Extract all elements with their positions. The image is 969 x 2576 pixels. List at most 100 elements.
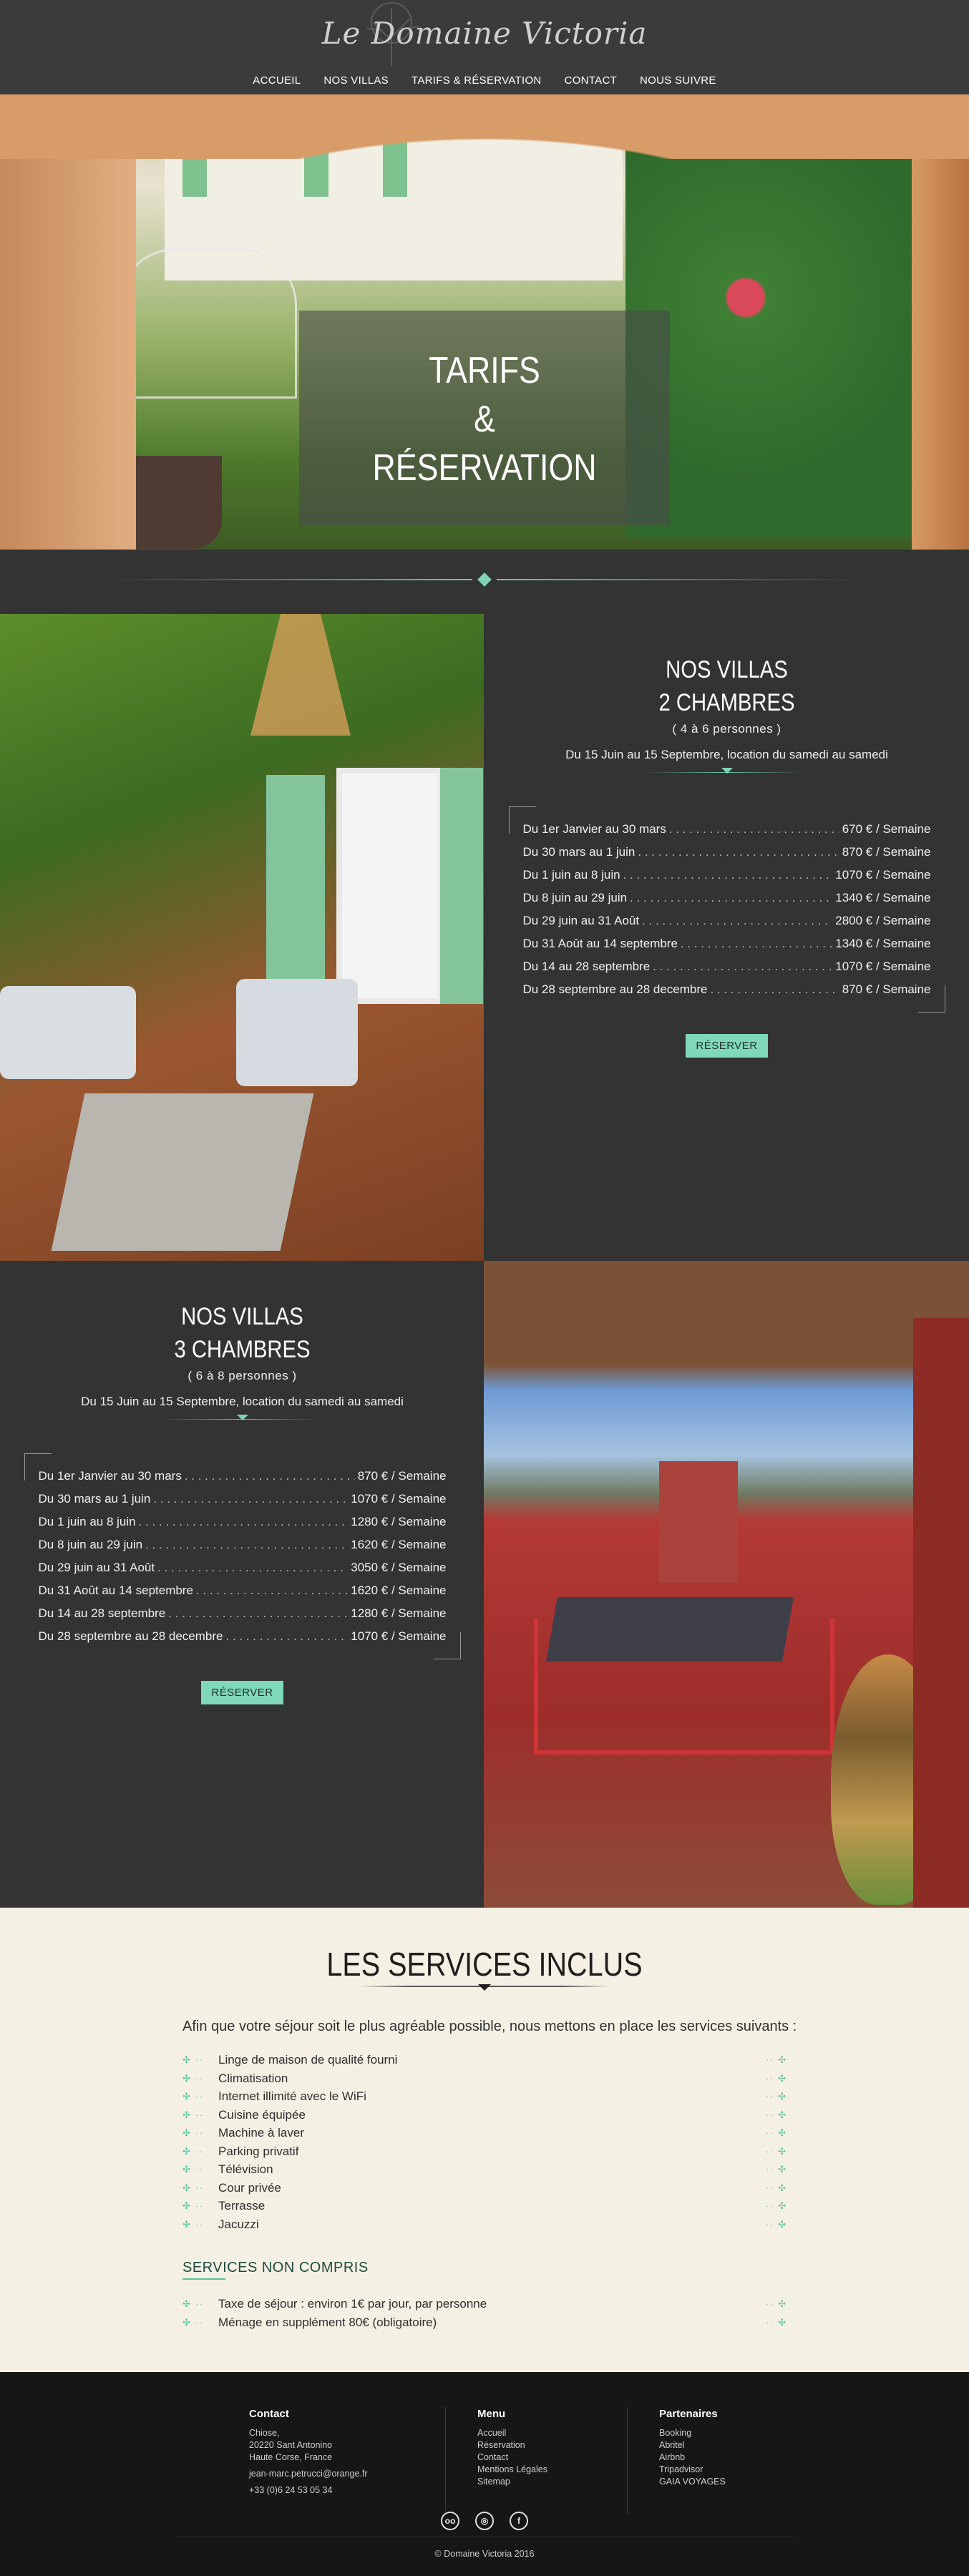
rate-period: Du 29 juin au 31 Août [522, 914, 640, 927]
rate-row: Du 8 juin au 29 juin 1340 € / Semaine [523, 887, 931, 909]
facebook-icon[interactable]: f [510, 2512, 528, 2530]
services-list: ✣ ∙∙ Linge de maison de qualité fourni ∙∙ … [182, 2051, 787, 2233]
rate-period: Du 8 juin au 29 juin [522, 891, 628, 904]
nav-accueil[interactable]: ACCUEIL [253, 74, 301, 87]
ornament-icon: ∙∙ ✣ [766, 2218, 787, 2230]
rate-period: Du 28 septembre au 28 decembre [522, 982, 708, 996]
rate-row: Du 30 mars au 1 juin 1070 € / Semaine [39, 1488, 447, 1511]
dining-table [546, 1597, 794, 1662]
hero-title-line1: TARIFS [429, 350, 540, 391]
section-divider [0, 572, 969, 587]
divider-line-left [107, 579, 472, 580]
main-nav: ACCUEIL NOS VILLAS TARIFS & RÉSERVATION … [0, 74, 969, 87]
partner-link-booking[interactable]: Booking [659, 2427, 802, 2439]
outdoor-grill [659, 1461, 738, 1583]
service-label: Cour privée [218, 2180, 281, 2195]
rate-row: Du 1er Janvier au 30 mars 870 € / Semaine [39, 1465, 447, 1488]
service-label: Télévision [218, 2162, 273, 2176]
rate-row: Du 28 septembre au 28 decembre 1070 € / S… [39, 1625, 447, 1648]
rate-period: Du 1er Janvier au 30 mars [38, 1469, 182, 1483]
service-item: ✣ ∙∙ Ménage en supplément 80€ (obligatoir… [182, 2313, 787, 2332]
rate-price: 1280 € / Semaine [351, 1606, 447, 1620]
tripadvisor-icon[interactable]: oo [441, 2512, 459, 2530]
rate-period: Du 29 juin au 31 Août [38, 1561, 155, 1574]
triangle-down-icon [237, 1415, 248, 1420]
title-underline [182, 2278, 225, 2280]
contact-phone[interactable]: +33 (0)6 24 53 05 34 [249, 2484, 435, 2497]
wicker-lamp [250, 614, 351, 736]
footer-link-reservation[interactable]: Réservation [477, 2439, 642, 2451]
ornament-icon: ∙∙ ✣ [766, 2091, 787, 2102]
rate-price: 670 € / Semaine [842, 822, 931, 836]
rate-price: 1070 € / Semaine [351, 1492, 447, 1506]
garden-gazebo [118, 248, 297, 399]
villa-2-subtitle: 2 CHAMBRES [658, 689, 795, 716]
partner-link-airbnb[interactable]: Airbnb [659, 2451, 802, 2464]
service-item: ✣ ∙∙ Jacuzzi ∙∙ ✣ [182, 2215, 787, 2234]
service-item: ✣ ∙∙ Télévision ∙∙ ✣ [182, 2160, 787, 2179]
service-item: ✣ ∙∙ Cour privée ∙∙ ✣ [182, 2179, 787, 2197]
rate-period: Du 14 au 28 septembre [522, 960, 651, 973]
partner-link-abritel[interactable]: Abritel [659, 2439, 802, 2451]
footer-separator [445, 2406, 446, 2514]
ornament-icon: ✣ ∙∙ [182, 2054, 204, 2065]
rate-period: Du 1er Janvier au 30 mars [522, 822, 666, 836]
service-item: ✣ ∙∙ Terrasse ∙∙ ✣ [182, 2197, 787, 2215]
corner-bracket [917, 985, 945, 1013]
rate-price: 1340 € / Semaine [835, 937, 931, 950]
villa-2-terrace-photo [0, 614, 484, 1261]
villa-2-rate-list: Du 1er Janvier au 30 mars 670 € / Semaine… [508, 806, 945, 1013]
services-not-included-list: ✣ ∙∙ Taxe de séjour : environ 1€ par jour… [182, 2295, 787, 2331]
rate-row: Du 29 juin au 31 Août 3050 € / Semaine [39, 1556, 447, 1579]
footer-link-accueil[interactable]: Accueil [477, 2427, 642, 2439]
nav-tarifs-reservation[interactable]: TARIFS & RÉSERVATION [412, 74, 542, 87]
site-logo[interactable]: Le Domaine Victoria [0, 16, 969, 51]
social-links: oo ◎ f [0, 2512, 969, 2530]
contact-address-line2: Haute Corse, France [249, 2452, 333, 2462]
villa-3-reserve-button[interactable]: RÉSERVER [201, 1681, 283, 1704]
service-label: Climatisation [218, 2071, 288, 2085]
partner-link-gaia[interactable]: GAIA VOYAGES [659, 2476, 802, 2488]
nav-nous-suivre[interactable]: NOUS SUIVRE [640, 74, 716, 87]
contact-address-line1: 20220 Sant Antonino [249, 2440, 333, 2450]
service-item: ✣ ∙∙ Climatisation ∙∙ ✣ [182, 2069, 787, 2088]
ornament-icon: ∙∙ ✣ [766, 2298, 787, 2309]
rate-price: 870 € / Semaine [357, 1469, 447, 1483]
hero-title-line3: RÉSERVATION [372, 447, 597, 489]
rate-period: Du 28 septembre au 28 decembre [38, 1629, 223, 1643]
nav-nos-villas[interactable]: NOS VILLAS [323, 74, 389, 87]
ornament-icon: ✣ ∙∙ [182, 2182, 204, 2193]
arch-right [912, 94, 969, 550]
services-intro: Afin que votre séjour soit le plus agréa… [182, 2019, 797, 2034]
triangle-down-icon [478, 1984, 491, 1991]
footer-link-contact[interactable]: Contact [477, 2451, 642, 2464]
rate-price: 1070 € / Semaine [351, 1629, 447, 1643]
footer-link-mentions[interactable]: Mentions Légales [477, 2464, 642, 2476]
villa-2-reserve-button[interactable]: RÉSERVER [686, 1034, 768, 1058]
footer-link-sitemap[interactable]: Sitemap [477, 2476, 642, 2488]
rate-row: Du 28 septembre au 28 decembre870 € / Se… [523, 978, 931, 1001]
ornament-icon: ∙∙ ✣ [766, 2164, 787, 2175]
rate-price: 870 € / Semaine [842, 845, 931, 859]
mini-divider [484, 768, 969, 782]
ornament-icon: ∙∙ ✣ [766, 2109, 787, 2120]
service-label: Terrasse [218, 2199, 266, 2212]
villa-2-persons: ( 4 à 6 personnes ) [672, 722, 781, 736]
ornament-icon: ✣ ∙∙ [182, 2316, 204, 2328]
rate-period: Du 8 juin au 29 juin [38, 1538, 143, 1551]
service-item: ✣ ∙∙ Internet illimité avec le WiFi ∙∙ ✣ [182, 2087, 787, 2106]
ornament-icon: ✣ ∙∙ [182, 2072, 204, 2084]
contact-email[interactable]: jean-marc.petrucci@orange.fr [249, 2468, 435, 2480]
rate-price: 3050 € / Semaine [351, 1561, 447, 1574]
service-item: ✣ ∙∙ Cuisine équipée ∙∙ ✣ [182, 2106, 787, 2124]
partner-link-tripadvisor[interactable]: Tripadvisor [659, 2464, 802, 2476]
ornament-icon: ∙∙ ✣ [766, 2054, 787, 2065]
instagram-icon[interactable]: ◎ [475, 2512, 494, 2530]
ornament-icon: ✣ ∙∙ [182, 2091, 204, 2102]
service-label: Linge de maison de qualité fourni [218, 2053, 398, 2067]
rate-row: Du 14 au 28 septembre 1070 € / Semaine [523, 955, 931, 978]
nav-contact[interactable]: CONTACT [565, 74, 617, 87]
rate-row: Du 30 mars au 1 juin 870 € / Semaine [523, 841, 931, 864]
ornament-icon: ∙∙ ✣ [766, 2316, 787, 2328]
rate-row: Du 14 au 28 septembre 1280 € / Semaine [39, 1602, 447, 1625]
